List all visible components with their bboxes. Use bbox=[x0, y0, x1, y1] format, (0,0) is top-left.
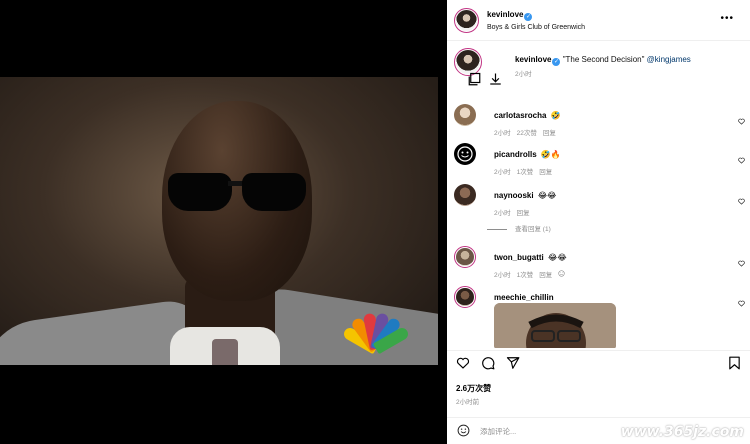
comment-reply-button[interactable]: 回复 bbox=[539, 272, 552, 279]
comment-likes[interactable]: 1次赞 bbox=[517, 272, 534, 279]
post-header: kevinlove ✓ Boys & Girls Club of Greenwic… bbox=[454, 3, 744, 37]
comment-username[interactable]: picandrolls bbox=[494, 150, 537, 159]
comment-avatar[interactable] bbox=[454, 286, 476, 308]
nbc-peacock-logo bbox=[340, 309, 411, 355]
comment-text: 😂😂 bbox=[548, 253, 567, 262]
comment-time: 2小时 bbox=[494, 169, 511, 176]
post-time: 2小时前 bbox=[456, 399, 480, 406]
emoji-icon[interactable] bbox=[457, 424, 470, 442]
heart-icon[interactable] bbox=[738, 254, 745, 272]
post-panel: kevinlove ✓ Boys & Girls Club of Greenwic… bbox=[447, 0, 750, 444]
comment-time: 2小时 bbox=[494, 272, 511, 279]
comment-username[interactable]: meechie_chillin bbox=[494, 293, 554, 302]
comment-list: carlotasrocha 🤣 2小时 22次赞 回复 picandrolls 🤣🔥… bbox=[447, 98, 750, 348]
bookmark-icon[interactable] bbox=[728, 356, 741, 375]
caption-username[interactable]: kevinlove bbox=[515, 55, 551, 64]
heart-icon[interactable] bbox=[738, 192, 745, 210]
verified-badge-icon: ✓ bbox=[552, 58, 561, 66]
heart-icon[interactable] bbox=[738, 294, 745, 312]
caption-text: "The Second Decision" bbox=[562, 55, 645, 64]
comment-text: 🤣 bbox=[550, 111, 561, 120]
caption-time: 2小时 bbox=[515, 71, 532, 78]
view-replies-button[interactable]: 查看回复 (1) bbox=[487, 223, 551, 233]
download-icon[interactable] bbox=[488, 72, 503, 92]
comment-avatar[interactable] bbox=[454, 104, 476, 126]
post-actions bbox=[447, 356, 750, 376]
verified-badge-icon: ✓ bbox=[524, 13, 533, 21]
video-frame-sunglasses bbox=[168, 173, 308, 213]
watermark-text: www.365jz.com bbox=[620, 424, 744, 440]
more-dots-icon[interactable]: ••• bbox=[720, 13, 734, 24]
comment-time: 2小时 bbox=[494, 210, 511, 217]
emoji-icon[interactable] bbox=[558, 270, 565, 279]
comment-reply-button[interactable]: 回复 bbox=[539, 169, 552, 176]
video-frame-tie bbox=[212, 339, 238, 365]
comment-image[interactable] bbox=[494, 303, 616, 348]
heart-icon[interactable] bbox=[738, 112, 745, 130]
comment-username[interactable]: twon_bugatti bbox=[494, 253, 544, 262]
comment-avatar[interactable] bbox=[454, 184, 476, 206]
media-pane bbox=[0, 0, 447, 444]
comment-username[interactable]: carlotasrocha bbox=[494, 111, 546, 120]
comment-likes[interactable]: 22次赞 bbox=[517, 130, 537, 137]
heart-icon[interactable] bbox=[456, 356, 470, 375]
heart-icon[interactable] bbox=[738, 151, 745, 169]
header-divider bbox=[447, 40, 750, 41]
comment-icon[interactable] bbox=[481, 356, 495, 375]
view-replies-label: 查看回复 (1) bbox=[515, 226, 551, 233]
comment-avatar[interactable] bbox=[454, 143, 476, 165]
author-avatar[interactable] bbox=[454, 7, 479, 33]
comment-likes[interactable]: 1次赞 bbox=[517, 169, 534, 176]
like-count[interactable]: 2.6万次赞 bbox=[456, 383, 491, 394]
comment-time: 2小时 bbox=[494, 130, 511, 137]
video-player[interactable] bbox=[0, 77, 438, 365]
comment-text: 🤣🔥 bbox=[540, 150, 561, 159]
comment-avatar[interactable] bbox=[454, 246, 476, 268]
comment-username[interactable]: naynooski bbox=[494, 191, 534, 200]
comment-text: 😂😂 bbox=[537, 191, 557, 200]
actions-divider bbox=[447, 350, 750, 351]
comment-reply-button[interactable]: 回复 bbox=[517, 210, 530, 217]
copy-icon[interactable] bbox=[467, 72, 482, 92]
post-location[interactable]: Boys & Girls Club of Greenwich bbox=[487, 21, 585, 34]
share-icon[interactable] bbox=[506, 356, 520, 375]
comment-reply-button[interactable]: 回复 bbox=[543, 130, 556, 137]
caption-mention[interactable]: @kingjames bbox=[647, 55, 691, 64]
author-username[interactable]: kevinlove bbox=[487, 10, 523, 19]
